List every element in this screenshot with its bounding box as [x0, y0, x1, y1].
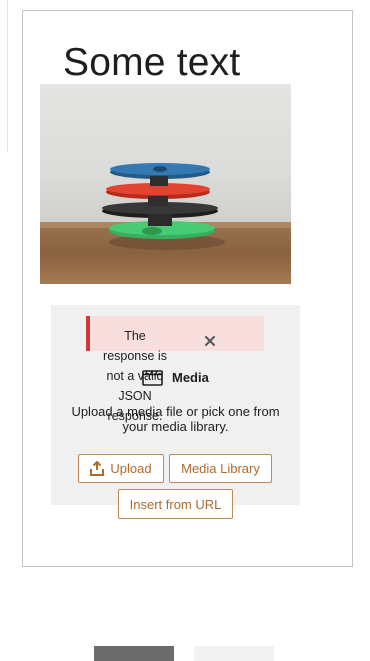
upload-button-label: Upload — [110, 461, 152, 476]
media-library-button[interactable]: Media Library — [169, 454, 272, 483]
fidget-spinner-image — [40, 84, 291, 284]
media-label-text: Media — [172, 369, 209, 385]
editor-page: Some text The response is not a valid JS… — [0, 0, 370, 661]
media-library-button-label: Media Library — [181, 461, 260, 476]
left-edge-panel — [0, 0, 8, 152]
bottom-toolbar-light-segment — [194, 646, 274, 661]
image-block[interactable] — [40, 84, 291, 284]
close-icon[interactable] — [201, 332, 219, 350]
heading-block[interactable]: Some text — [63, 40, 240, 86]
upload-button[interactable]: Upload — [78, 454, 164, 483]
upload-icon — [90, 461, 105, 476]
insert-from-url-button-label: Insert from URL — [129, 496, 222, 512]
error-notice-message: The response is not a valid JSON respons… — [103, 329, 167, 423]
bottom-toolbar-dark-segment — [94, 646, 174, 661]
insert-from-url-button[interactable]: Insert from URL — [118, 489, 233, 519]
media-instructions: Upload a media file or pick one from you… — [71, 404, 280, 434]
